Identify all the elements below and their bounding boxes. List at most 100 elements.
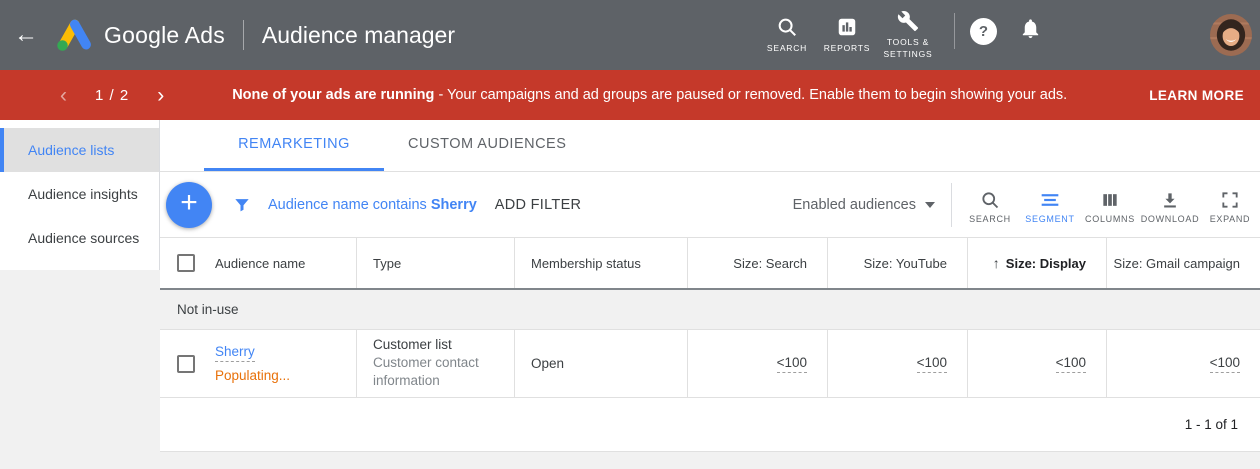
audience-name-stack: Sherry Populating... [215,344,290,383]
active-filter-chip[interactable]: Audience name contains Sherry [268,197,477,213]
bell-svg [1019,17,1042,40]
cell-type: Customer list Customer contact informati… [356,330,514,397]
page-title: Audience manager [262,22,455,49]
sidebar-item-audience-insights[interactable]: Audience insights [0,172,159,216]
expand-icon [1220,190,1240,210]
type-value: Customer list [373,337,500,352]
user-avatar[interactable] [1210,14,1252,56]
column-header-size-display[interactable]: ↑ Size: Display [967,238,1106,288]
google-ads-audience-manager-screen: ← Google Ads Audience manager SEARCH [0,0,1260,469]
sidebar: Audience lists Audience insights Audienc… [0,120,160,270]
table-header-row: Audience name Type Membership status Siz… [160,238,1260,290]
size-search-value: <100 [777,355,807,373]
column-header-size-youtube[interactable]: Size: YouTube [827,238,967,288]
segment-button[interactable]: SEGMENT [1020,186,1080,224]
toolbar-divider [951,183,952,227]
alert-message-rest: - Your campaigns and ad groups are pause… [438,87,1067,103]
table-search-button[interactable]: SEARCH [960,186,1020,224]
google-ads-logo-svg [52,16,94,54]
type-detail: Customer contact information [373,354,500,390]
columns-button[interactable]: COLUMNS [1080,186,1140,224]
download-label: DOWNLOAD [1141,214,1200,224]
view-dropdown-value: Enabled audiences [793,197,916,213]
add-audience-button[interactable]: + [166,182,212,228]
search-icon [776,16,798,38]
notifications-bell-icon[interactable] [1019,17,1042,45]
column-header-membership-status[interactable]: Membership status [514,238,687,288]
row-checkbox[interactable] [177,355,195,373]
expand-label: EXPAND [1210,214,1251,224]
toolbar-right: Enabled audiences SEARCH SEGMENT [793,183,1260,227]
avatar-image [1210,14,1252,56]
populating-status: Populating... [215,368,290,383]
toolbar: + Audience name contains Sherry ADD FILT… [160,172,1260,238]
type-stack: Customer list Customer contact informati… [373,337,500,390]
column-header-size-gmail-campaign[interactable]: Size: Gmail campaign [1106,238,1260,288]
cell-audience-name: Sherry Populating... [160,330,356,397]
select-all-checkbox[interactable] [177,254,195,272]
appbar-search-button[interactable]: SEARCH [757,16,817,54]
alert-prev-icon[interactable]: ‹ [56,85,71,106]
segment-icon [1040,190,1060,210]
audience-name-header-label: Audience name [215,256,305,271]
cell-membership-status: Open [514,330,687,397]
appbar-divider [954,13,955,49]
columns-icon [1100,190,1120,210]
google-ads-logo-icon[interactable] [52,16,94,54]
cell-size-display: <100 [967,330,1106,397]
tab-bar: REMARKETING CUSTOM AUDIENCES [160,120,1260,172]
appbar-reports-label: REPORTS [824,43,871,54]
filter-funnel-icon[interactable] [232,195,252,215]
wrench-icon [897,10,919,32]
main-content: REMARKETING CUSTOM AUDIENCES + Audience … [160,120,1260,452]
alert-next-icon[interactable]: › [153,85,168,106]
filter-value: Sherry [431,197,477,213]
alert-message: None of your ads are running - Your camp… [232,87,1067,103]
columns-label: COLUMNS [1085,214,1135,224]
table-search-label: SEARCH [969,214,1011,224]
audience-view-dropdown[interactable]: Enabled audiences [793,197,935,213]
tab-custom-audiences[interactable]: CUSTOM AUDIENCES [384,120,590,171]
tab-remarketing[interactable]: REMARKETING [204,120,384,171]
size-youtube-value: <100 [917,355,947,373]
pagination-text: 1 - 1 of 1 [1185,417,1238,432]
download-icon [1160,190,1180,210]
appbar-tools-settings-button[interactable]: TOOLS & SETTINGS [877,10,939,60]
column-header-audience-name[interactable]: Audience name [160,238,356,288]
app-bar: ← Google Ads Audience manager SEARCH [0,0,1260,70]
alert-pager: 1 / 2 [95,87,129,104]
product-name: Google Ads [104,22,225,49]
segment-label: SEGMENT [1025,214,1074,224]
cell-size-gmail-campaign: <100 [1106,330,1260,397]
sidebar-item-audience-sources[interactable]: Audience sources [0,216,159,260]
title-divider [243,20,244,50]
size-display-value: <100 [1056,355,1086,373]
sidebar-item-audience-lists[interactable]: Audience lists [0,128,159,172]
appbar-search-label: SEARCH [767,43,807,54]
reports-icon [836,16,858,38]
size-display-header-label: Size: Display [1006,256,1086,271]
alert-message-bold: None of your ads are running [232,87,434,103]
chevron-down-icon [925,202,935,208]
column-header-type[interactable]: Type [356,238,514,288]
filter-prefix: Audience name contains [268,197,427,213]
size-gmail-campaign-value: <100 [1210,355,1240,373]
column-header-size-search[interactable]: Size: Search [687,238,827,288]
learn-more-link[interactable]: LEARN MORE [1149,88,1260,103]
search-icon [980,190,1000,210]
expand-button[interactable]: EXPAND [1200,186,1260,224]
add-filter-button[interactable]: ADD FILTER [495,197,582,213]
app-bar-right: SEARCH REPORTS TOOLS & SETTINGS ? [757,10,1260,60]
cell-size-youtube: <100 [827,330,967,397]
sort-ascending-icon: ↑ [993,255,1000,271]
appbar-reports-button[interactable]: REPORTS [817,16,877,54]
group-row-not-in-use: Not in-use [160,290,1260,330]
appbar-tools-settings-label: TOOLS & SETTINGS [877,37,939,60]
back-button[interactable]: ← [0,21,52,49]
help-icon[interactable]: ? [970,18,997,45]
funnel-svg [232,195,252,215]
cell-size-search: <100 [687,330,827,397]
audience-name-link[interactable]: Sherry [215,344,255,362]
download-button[interactable]: DOWNLOAD [1140,186,1200,224]
alert-bar: ‹ 1 / 2 › None of your ads are running -… [0,70,1260,120]
